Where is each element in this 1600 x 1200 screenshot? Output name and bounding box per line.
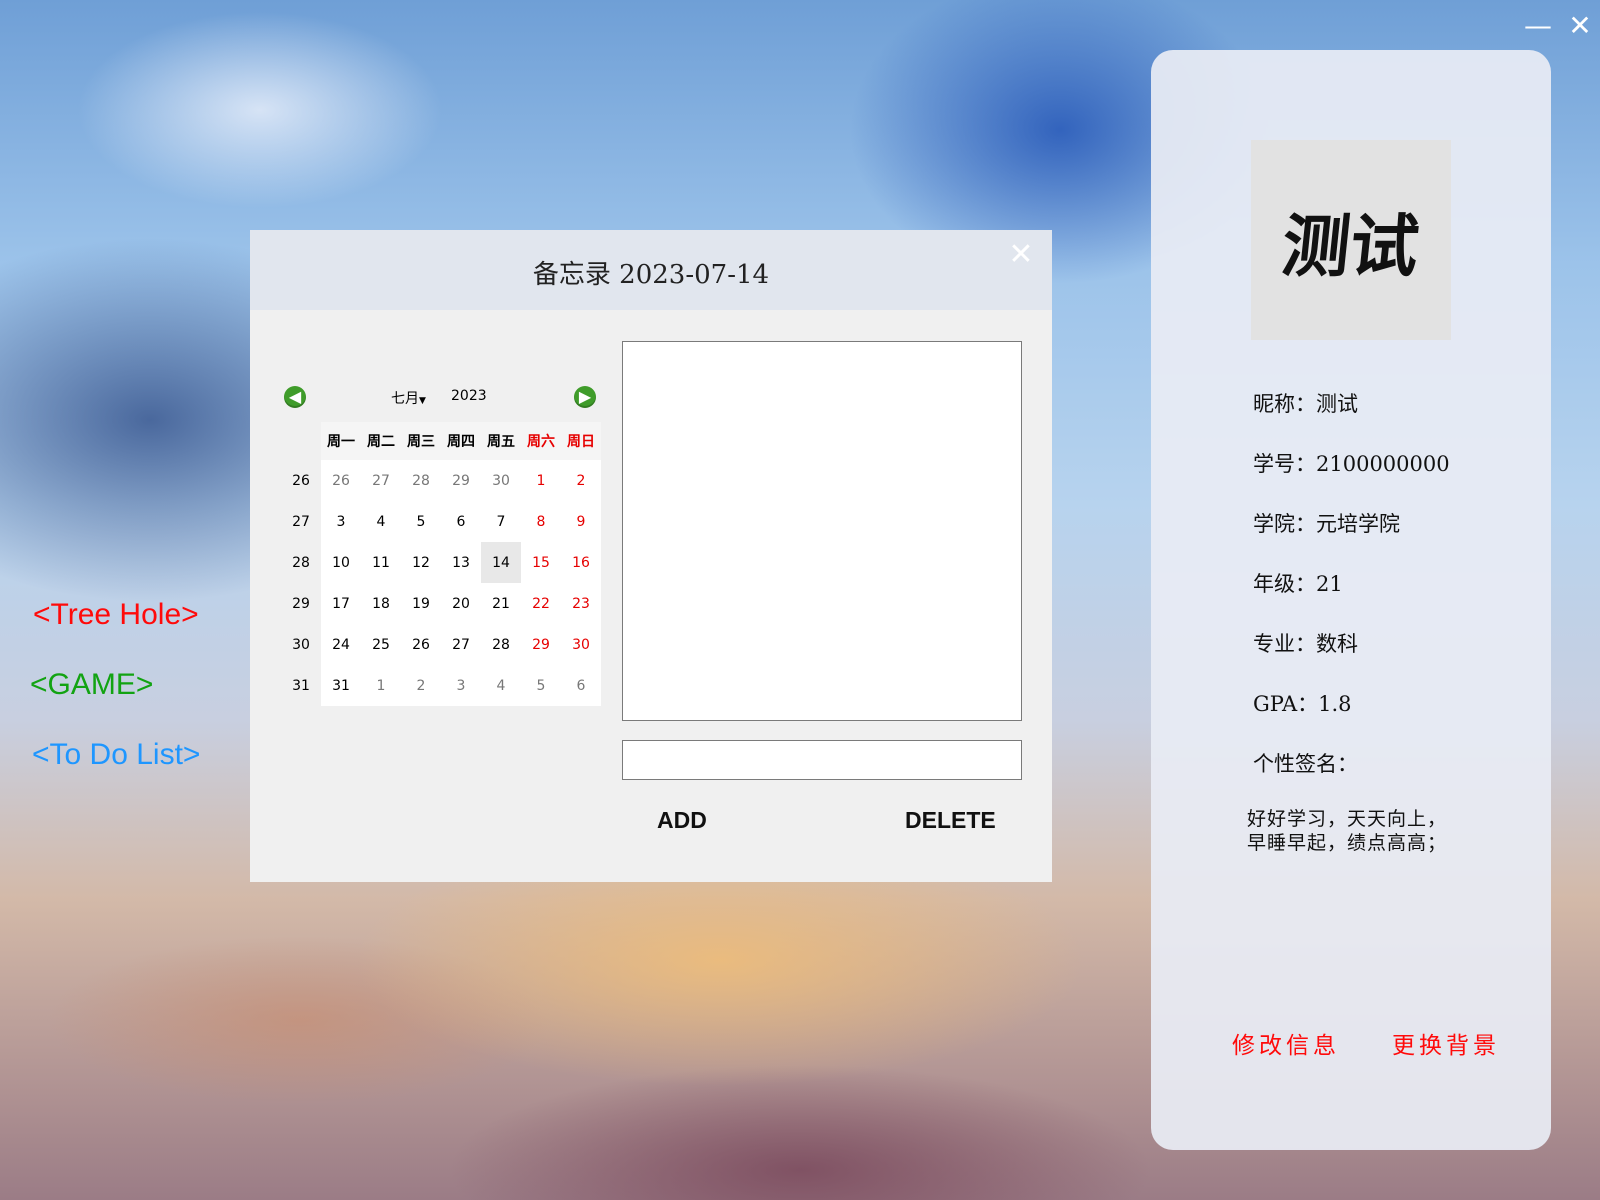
nickname: 昵称：测试 (1253, 392, 1358, 416)
calendar: ◀ 七月▼ 2023 ▶ 周一 周二 周三 周四 周五 周六 周日 26 26 … (281, 386, 603, 706)
year-select[interactable]: 2023 (451, 388, 487, 404)
calendar-day[interactable]: 9 (561, 501, 601, 542)
calendar-nav: ◀ 七月▼ 2023 ▶ (281, 386, 603, 416)
calendar-grid: 周一 周二 周三 周四 周五 周六 周日 26 26 27 28 29 30 1… (281, 422, 601, 706)
calendar-day[interactable]: 3 (321, 501, 361, 542)
calendar-day[interactable]: 28 (481, 624, 521, 665)
week-number: 28 (281, 542, 321, 583)
week-number: 31 (281, 665, 321, 706)
todo-list-link[interactable]: <To Do List> (32, 738, 200, 772)
calendar-day[interactable]: 22 (521, 583, 561, 624)
profile-panel: 测试 昵称：测试 学号：2100000000 学院：元培学院 年级：21 专业：… (1151, 50, 1551, 1150)
calendar-day[interactable]: 12 (401, 542, 441, 583)
next-month-icon[interactable]: ▶ (574, 386, 596, 408)
signature-label: 个性签名： (1253, 752, 1358, 776)
calendar-day[interactable]: 27 (441, 624, 481, 665)
calendar-day-selected[interactable]: 14 (481, 542, 521, 583)
calendar-week-row: 30 24 25 26 27 28 29 30 (281, 624, 601, 665)
calendar-day[interactable]: 11 (361, 542, 401, 583)
calendar-day[interactable]: 25 (361, 624, 401, 665)
calendar-day[interactable]: 31 (321, 665, 361, 706)
game-link[interactable]: <GAME> (30, 668, 153, 702)
calendar-day[interactable]: 4 (361, 501, 401, 542)
calendar-week-row: 28 10 11 12 13 14 15 16 (281, 542, 601, 583)
calendar-day[interactable]: 3 (441, 665, 481, 706)
gpa: GPA：1.8 (1253, 692, 1352, 716)
calendar-day[interactable]: 10 (321, 542, 361, 583)
week-number-header (281, 422, 321, 460)
calendar-week-row: 29 17 18 19 20 21 22 23 (281, 583, 601, 624)
minimize-button[interactable]: — (1520, 10, 1556, 42)
week-number: 29 (281, 583, 321, 624)
calendar-week-row: 31 31 1 2 3 4 5 6 (281, 665, 601, 706)
calendar-day[interactable]: 20 (441, 583, 481, 624)
memo-dialog-header: 备忘录 2023-07-14 ✕ (250, 230, 1052, 310)
weekday-header: 周一 (321, 422, 361, 460)
delete-button[interactable]: DELETE (905, 807, 996, 834)
weekday-header: 周六 (521, 422, 561, 460)
weekday-header: 周三 (401, 422, 441, 460)
calendar-day[interactable]: 30 (561, 624, 601, 665)
calendar-day[interactable]: 5 (401, 501, 441, 542)
calendar-day[interactable]: 7 (481, 501, 521, 542)
tree-hole-link[interactable]: <Tree Hole> (33, 598, 199, 632)
calendar-day[interactable]: 29 (441, 460, 481, 501)
week-number: 26 (281, 460, 321, 501)
month-label: 七月 (391, 391, 419, 407)
chevron-down-icon: ▼ (419, 396, 426, 406)
calendar-day[interactable]: 18 (361, 583, 401, 624)
calendar-day[interactable]: 8 (521, 501, 561, 542)
calendar-day[interactable]: 27 (361, 460, 401, 501)
calendar-day[interactable]: 6 (441, 501, 481, 542)
weekday-header: 周二 (361, 422, 401, 460)
calendar-day[interactable]: 5 (521, 665, 561, 706)
calendar-day[interactable]: 28 (401, 460, 441, 501)
edit-info-button[interactable]: 修改信息 (1232, 1026, 1340, 1060)
memo-dialog: 备忘录 2023-07-14 ✕ ◀ 七月▼ 2023 ▶ 周一 周二 周三 周… (250, 230, 1052, 882)
weekday-header: 周四 (441, 422, 481, 460)
close-icon[interactable]: ✕ (1004, 238, 1038, 272)
college: 学院：元培学院 (1253, 512, 1400, 536)
add-button[interactable]: ADD (657, 807, 707, 834)
week-number: 27 (281, 501, 321, 542)
calendar-day[interactable]: 26 (401, 624, 441, 665)
student-id: 学号：2100000000 (1253, 452, 1450, 476)
calendar-week-row: 27 3 4 5 6 7 8 9 (281, 501, 601, 542)
calendar-day[interactable]: 24 (321, 624, 361, 665)
calendar-day[interactable]: 2 (401, 665, 441, 706)
memo-input[interactable] (622, 740, 1022, 780)
calendar-day[interactable]: 16 (561, 542, 601, 583)
calendar-day[interactable]: 23 (561, 583, 601, 624)
calendar-day[interactable]: 4 (481, 665, 521, 706)
calendar-day[interactable]: 13 (441, 542, 481, 583)
signature-text: 好好学习，天天向上，早睡早起，绩点高高； (1247, 808, 1448, 854)
memo-dialog-title: 备忘录 2023-07-14 (532, 260, 770, 290)
avatar-text: 测试 (1278, 206, 1423, 287)
calendar-day[interactable]: 19 (401, 583, 441, 624)
week-number: 30 (281, 624, 321, 665)
previous-month-icon[interactable]: ◀ (284, 386, 306, 408)
calendar-day[interactable]: 6 (561, 665, 601, 706)
calendar-day[interactable]: 30 (481, 460, 521, 501)
calendar-day[interactable]: 26 (321, 460, 361, 501)
avatar[interactable]: 测试 (1251, 140, 1451, 340)
calendar-day[interactable]: 1 (361, 665, 401, 706)
weekday-header: 周五 (481, 422, 521, 460)
calendar-week-row: 26 26 27 28 29 30 1 2 (281, 460, 601, 501)
calendar-day[interactable]: 17 (321, 583, 361, 624)
month-select[interactable]: 七月▼ (391, 388, 426, 408)
calendar-day[interactable]: 15 (521, 542, 561, 583)
calendar-day[interactable]: 21 (481, 583, 521, 624)
window-close-button[interactable]: ✕ (1562, 10, 1598, 42)
grade: 年级：21 (1253, 572, 1343, 596)
change-background-button[interactable]: 更换背景 (1392, 1026, 1500, 1060)
major: 专业：数科 (1253, 632, 1358, 656)
calendar-day[interactable]: 1 (521, 460, 561, 501)
memo-content-area[interactable] (622, 341, 1022, 721)
weekday-header: 周日 (561, 422, 601, 460)
calendar-day[interactable]: 29 (521, 624, 561, 665)
calendar-day[interactable]: 2 (561, 460, 601, 501)
